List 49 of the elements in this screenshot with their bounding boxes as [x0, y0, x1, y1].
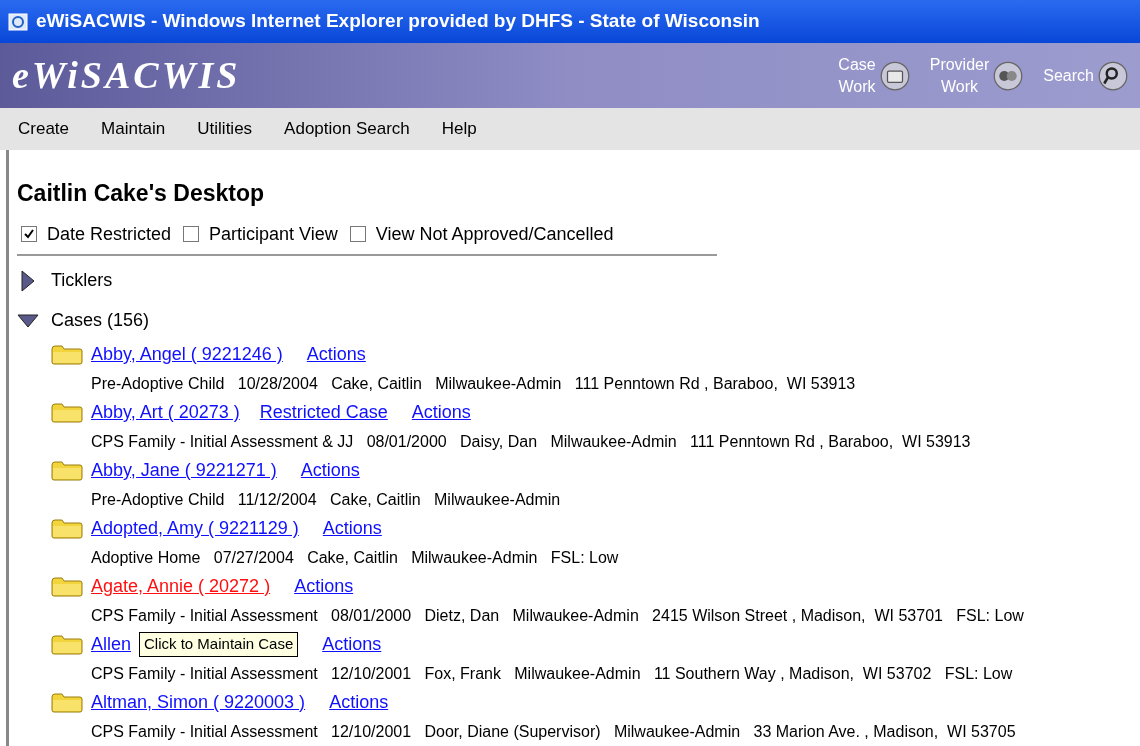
case-details: CPS Family - Initial Assessment 08/01/2000 Dietz, Dan Milwaukee-Admin 2415 Wilson Street , Madison, WI 53701 FSL: Low	[90, 605, 1025, 626]
folder-icon	[51, 634, 83, 655]
browser-icon	[8, 11, 28, 32]
case-link[interactable]: Abby, Jane ( 9221271 )	[91, 457, 277, 484]
app-logo: eWiSACWIS	[12, 53, 241, 98]
folder-icon	[51, 576, 83, 597]
window-title: eWiSACWIS - Windows Internet Explorer provided by DHFS - State of Wisconsin	[36, 9, 760, 34]
restricted-case-link[interactable]: Restricted Case	[259, 399, 388, 426]
page-title: Caitlin Cake's Desktop	[17, 179, 266, 208]
checkbox[interactable]	[21, 226, 37, 242]
case-link[interactable]: Allen	[91, 631, 132, 658]
actions-link[interactable]: Actions	[411, 399, 471, 426]
case-link[interactable]: Abby, Angel ( 9221246 )	[91, 341, 283, 368]
folder-icon	[51, 518, 83, 539]
folder-icon	[51, 344, 83, 365]
case-link[interactable]: Abby, Art ( 20273 )	[91, 399, 240, 426]
folder-icon	[51, 692, 83, 713]
case-details: CPS Family - Initial Assessment 12/10/2001 Fox, Frank Milwaukee-Admin 11 Southern Way , Madison, WI 53702 FSL: Low	[90, 663, 1014, 684]
section-label[interactable]: Ticklers	[51, 267, 113, 294]
menu-item[interactable]: Create	[18, 116, 70, 142]
search-icon[interactable]	[1098, 60, 1128, 91]
actions-link[interactable]: Actions	[322, 515, 382, 542]
checkbox-label: Date Restricted	[47, 222, 172, 246]
folder-icon	[51, 460, 83, 481]
checkbox-label: Participant View	[209, 222, 338, 246]
case-details: CPS Family - Initial Assessment 12/10/2001 Door, Diane (Supervisor) Milwaukee-Admin 33 Marion Ave. , Madison, WI 53705	[90, 721, 1017, 742]
case-details: Pre-Adoptive Child 11/12/2004 Cake, Caitlin Milwaukee-Admin	[90, 489, 562, 510]
case-link[interactable]: Adopted, Amy ( 9221129 )	[91, 515, 299, 542]
checkbox-label: View Not Approved/Cancelled	[375, 222, 614, 246]
checkbox[interactable]	[349, 226, 366, 242]
menu-item[interactable]: Help	[441, 116, 477, 142]
actions-link[interactable]: Actions	[300, 457, 360, 484]
menu-item[interactable]: Utilities	[197, 116, 253, 142]
case-link[interactable]: Agate, Annie ( 20272 )	[91, 573, 271, 600]
actions-link[interactable]: Actions	[294, 573, 354, 600]
case-details: Pre-Adoptive Child 10/28/2004 Cake, Caitlin Milwaukee-Admin 111 Penntown Rd , Baraboo, WI 53913	[90, 373, 857, 394]
actions-link[interactable]: Actions	[329, 689, 389, 716]
menu-item[interactable]: Maintain	[101, 116, 166, 142]
menu-item[interactable]: Adoption Search	[284, 116, 410, 142]
folder-icon[interactable]	[879, 60, 910, 91]
case-link[interactable]: Altman, Simon ( 9220003 )	[91, 689, 306, 716]
folder-icon	[51, 402, 83, 423]
case-details: CPS Family - Initial Assessment & JJ 08/01/2000 Daisy, Dan Milwaukee-Admin 111 Penntown Rd , Baraboo, WI 53913	[90, 431, 972, 452]
actions-link[interactable]: Actions	[306, 341, 366, 368]
tooltip: Click to Maintain Case	[139, 632, 299, 657]
section-label[interactable]: Cases (156)	[51, 307, 150, 334]
case-details: Adoptive Home 07/27/2004 Cake, Caitlin Milwaukee-Admin FSL: Low	[90, 547, 620, 568]
checkbox[interactable]	[183, 226, 200, 242]
actions-link[interactable]: Actions	[322, 631, 382, 658]
